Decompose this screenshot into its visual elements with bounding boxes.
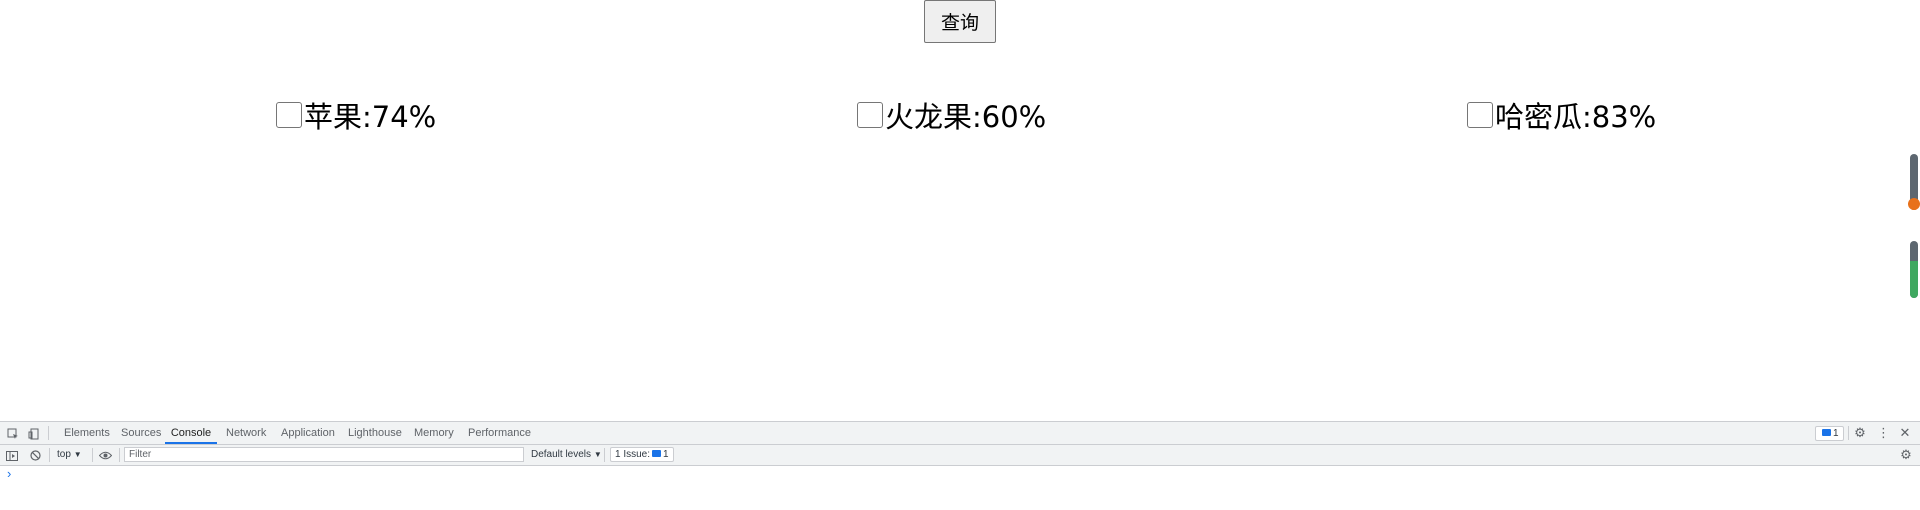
clear-console-icon[interactable] bbox=[28, 445, 42, 465]
issues-label: 1 Issue: bbox=[615, 449, 651, 460]
devtools-panel: Elements Sources Console Network Applica… bbox=[0, 421, 1920, 510]
tab-elements[interactable]: Elements bbox=[64, 422, 110, 444]
tab-application[interactable]: Application bbox=[281, 422, 335, 444]
sidebar-toggle-icon[interactable] bbox=[5, 445, 19, 465]
tab-memory[interactable]: Memory bbox=[414, 422, 454, 444]
gauge-bulb bbox=[1908, 198, 1920, 210]
dropdown-arrow-icon: ▼ bbox=[593, 450, 602, 459]
settings-gear-icon[interactable]: ⚙ bbox=[1853, 422, 1867, 444]
gauge-fill bbox=[1910, 260, 1918, 298]
tab-sources[interactable]: Sources bbox=[121, 422, 161, 444]
messages-badge[interactable]: 1 bbox=[1815, 426, 1844, 441]
divider bbox=[49, 448, 50, 462]
divider bbox=[92, 448, 93, 462]
divider bbox=[604, 448, 605, 462]
fruit-item-apple: 苹果:74% bbox=[276, 98, 436, 134]
tab-network[interactable]: Network bbox=[226, 422, 266, 444]
console-settings-gear-icon[interactable]: ⚙ bbox=[1899, 445, 1913, 465]
divider bbox=[1848, 426, 1849, 440]
context-value: top bbox=[57, 449, 71, 460]
apple-checkbox[interactable] bbox=[276, 102, 302, 128]
issues-count: 1 bbox=[663, 449, 669, 460]
cantaloupe-checkbox[interactable] bbox=[1467, 102, 1493, 128]
inspect-element-icon[interactable] bbox=[6, 422, 20, 444]
divider bbox=[119, 448, 120, 462]
filter-input[interactable] bbox=[124, 447, 524, 462]
level-gauge-green bbox=[1910, 241, 1918, 298]
page-viewport: 查询 苹果:74% 火龙果:60% 哈密瓜:83% bbox=[0, 0, 1920, 421]
dropdown-arrow-icon: ▼ bbox=[73, 450, 82, 459]
message-icon bbox=[1822, 429, 1831, 437]
live-expression-eye-icon[interactable] bbox=[97, 445, 113, 465]
tab-console[interactable]: Console bbox=[165, 422, 217, 444]
context-select[interactable]: top ▼ bbox=[57, 445, 82, 465]
devtools-tabbar: Elements Sources Console Network Applica… bbox=[0, 422, 1920, 445]
fruit-item-cantaloupe: 哈密瓜:83% bbox=[1467, 98, 1656, 134]
console-prompt-icon[interactable]: › bbox=[7, 467, 11, 481]
apple-label: 苹果:74% bbox=[304, 100, 437, 134]
tab-lighthouse[interactable]: Lighthouse bbox=[348, 422, 402, 444]
issue-message-icon bbox=[652, 450, 662, 458]
dragonfruit-label: 火龙果:60% bbox=[885, 100, 1047, 134]
messages-count: 1 bbox=[1833, 428, 1839, 439]
dragonfruit-checkbox[interactable] bbox=[857, 102, 883, 128]
more-options-icon[interactable]: ⋮ bbox=[1877, 422, 1890, 444]
divider bbox=[48, 426, 49, 440]
tab-performance[interactable]: Performance bbox=[468, 422, 531, 444]
issues-button[interactable]: 1 Issue: 1 bbox=[610, 447, 674, 462]
log-levels-select[interactable]: Default levels ▼ bbox=[531, 445, 602, 465]
query-button[interactable]: 查询 bbox=[924, 0, 996, 43]
fruit-item-dragonfruit: 火龙果:60% bbox=[857, 98, 1046, 134]
console-toolbar: top ▼ Default levels ▼ 1 Issue: 1 ⚙ bbox=[0, 445, 1920, 466]
levels-value: Default levels bbox=[531, 449, 592, 460]
close-icon[interactable]: ✕ bbox=[1899, 422, 1911, 444]
device-toolbar-icon[interactable] bbox=[27, 422, 41, 444]
cantaloupe-label: 哈密瓜:83% bbox=[1495, 100, 1657, 134]
